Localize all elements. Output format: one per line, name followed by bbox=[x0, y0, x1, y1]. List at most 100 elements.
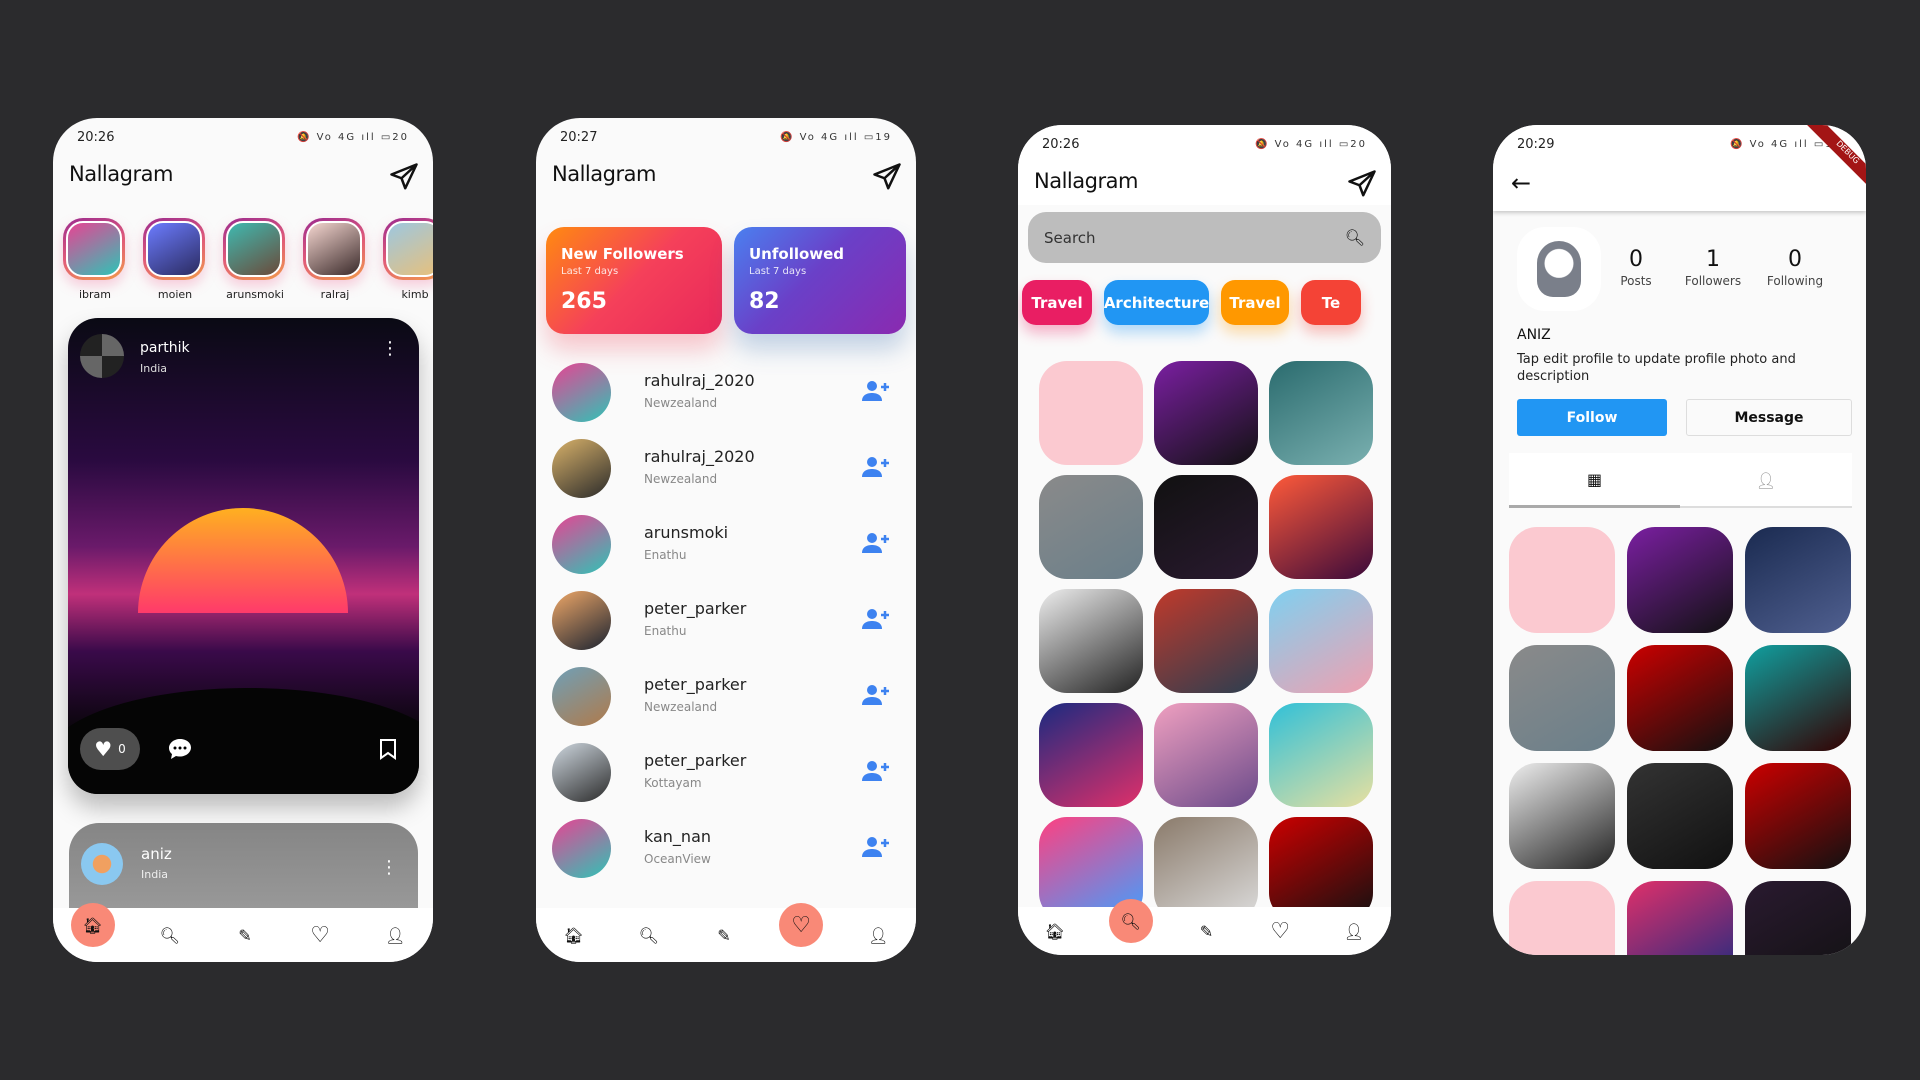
list-item[interactable]: rahulraj_2020 Newzealand bbox=[552, 439, 900, 501]
nav-create[interactable]: ✎ bbox=[225, 915, 265, 955]
like-button[interactable]: ♥ 0 bbox=[80, 728, 140, 770]
grid-image[interactable] bbox=[1509, 763, 1615, 869]
category-chip[interactable]: Travel bbox=[1221, 280, 1289, 325]
bookmark-icon[interactable] bbox=[379, 738, 397, 760]
username[interactable]: arunsmoki bbox=[644, 523, 728, 542]
avatar[interactable] bbox=[552, 819, 611, 878]
category-chip[interactable]: Te bbox=[1301, 280, 1361, 325]
username[interactable]: peter_parker bbox=[644, 675, 746, 694]
post-username[interactable]: aniz bbox=[141, 845, 172, 863]
stat-followers[interactable]: 1 Followers bbox=[1673, 247, 1753, 288]
nav-create[interactable]: ✎ bbox=[704, 915, 744, 955]
grid-image[interactable] bbox=[1509, 527, 1615, 633]
grid-image[interactable] bbox=[1154, 703, 1258, 807]
nav-profile[interactable]: 👤︎ bbox=[858, 915, 898, 955]
list-item[interactable]: rahulraj_2020 Newzealand bbox=[552, 363, 900, 425]
nav-search[interactable]: 🔍︎ bbox=[150, 915, 190, 955]
new-followers-card[interactable]: New Followers Last 7 days 265 bbox=[546, 227, 722, 334]
add-person-icon[interactable] bbox=[862, 531, 890, 555]
list-item[interactable]: kan_nan OceanView bbox=[552, 819, 900, 881]
add-person-icon[interactable] bbox=[862, 759, 890, 783]
nav-home[interactable]: 🏠︎ bbox=[554, 915, 594, 955]
send-icon[interactable] bbox=[389, 162, 419, 192]
grid-image[interactable] bbox=[1039, 703, 1143, 807]
avatar[interactable] bbox=[552, 667, 611, 726]
grid-image[interactable] bbox=[1627, 763, 1733, 869]
avatar[interactable] bbox=[552, 363, 611, 422]
grid-image[interactable] bbox=[1269, 361, 1373, 465]
unfollowed-card[interactable]: Unfollowed Last 7 days 82 bbox=[734, 227, 906, 334]
list-item[interactable]: peter_parker Newzealand bbox=[552, 667, 900, 729]
profile-avatar[interactable] bbox=[1517, 227, 1601, 311]
tab-grid[interactable]: ▦ bbox=[1509, 453, 1680, 508]
avatar[interactable] bbox=[80, 334, 124, 378]
category-chip[interactable]: Architecture bbox=[1104, 280, 1209, 325]
nav-create[interactable]: ✎ bbox=[1186, 911, 1226, 951]
nav-search[interactable]: 🔍︎ bbox=[629, 915, 669, 955]
avatar[interactable] bbox=[552, 743, 611, 802]
nav-activity[interactable]: ♡ bbox=[779, 903, 824, 947]
nav-home[interactable]: 🏠︎ bbox=[70, 903, 115, 947]
story-item[interactable]: arunsmoki bbox=[223, 218, 287, 301]
back-arrow-icon[interactable]: ← bbox=[1511, 169, 1531, 197]
username[interactable]: rahulraj_2020 bbox=[644, 447, 755, 466]
grid-image[interactable] bbox=[1039, 589, 1143, 693]
grid-image[interactable] bbox=[1745, 527, 1851, 633]
avatar[interactable] bbox=[81, 843, 123, 885]
avatar[interactable] bbox=[552, 591, 611, 650]
add-person-icon[interactable] bbox=[862, 683, 890, 707]
add-person-icon[interactable] bbox=[862, 379, 890, 403]
list-item[interactable]: peter_parker Kottayam bbox=[552, 743, 900, 805]
grid-image[interactable] bbox=[1269, 817, 1373, 921]
grid-image[interactable] bbox=[1154, 475, 1258, 579]
grid-image[interactable] bbox=[1509, 645, 1615, 751]
list-item[interactable]: arunsmoki Enathu bbox=[552, 515, 900, 577]
story-item[interactable]: moien bbox=[143, 218, 207, 301]
grid-image[interactable] bbox=[1745, 881, 1851, 955]
grid-image[interactable] bbox=[1627, 881, 1733, 955]
username[interactable]: rahulraj_2020 bbox=[644, 371, 755, 390]
nav-profile[interactable]: 👤︎ bbox=[1334, 911, 1374, 951]
grid-image[interactable] bbox=[1745, 645, 1851, 751]
username[interactable]: peter_parker bbox=[644, 599, 746, 618]
nav-home[interactable]: 🏠︎ bbox=[1035, 911, 1075, 951]
send-icon[interactable] bbox=[1347, 169, 1377, 199]
stat-following[interactable]: 0 Following bbox=[1755, 247, 1835, 288]
grid-image[interactable] bbox=[1039, 475, 1143, 579]
search-icon[interactable]: 🔍︎ bbox=[1345, 228, 1365, 247]
more-icon[interactable]: ⋮ bbox=[380, 857, 398, 878]
grid-image[interactable] bbox=[1509, 881, 1615, 955]
grid-image[interactable] bbox=[1154, 361, 1258, 465]
nav-profile[interactable]: 👤︎ bbox=[375, 915, 415, 955]
list-item[interactable]: peter_parker Enathu bbox=[552, 591, 900, 653]
follow-button[interactable]: Follow bbox=[1517, 399, 1667, 436]
avatar[interactable] bbox=[552, 515, 611, 574]
more-icon[interactable]: ⋮ bbox=[381, 340, 399, 358]
grid-image[interactable] bbox=[1154, 589, 1258, 693]
search-input[interactable]: Search 🔍︎ bbox=[1028, 212, 1381, 263]
story-item[interactable]: kimb bbox=[383, 218, 433, 301]
grid-image[interactable] bbox=[1627, 645, 1733, 751]
story-item[interactable]: ibram bbox=[63, 218, 127, 301]
grid-image[interactable] bbox=[1154, 817, 1258, 921]
grid-image[interactable] bbox=[1269, 703, 1373, 807]
nav-search[interactable]: 🔍︎ bbox=[1108, 899, 1153, 943]
grid-image[interactable] bbox=[1745, 763, 1851, 869]
stat-posts[interactable]: 0 Posts bbox=[1596, 247, 1676, 288]
send-icon[interactable] bbox=[872, 162, 902, 192]
comment-icon[interactable] bbox=[168, 738, 192, 760]
nav-activity[interactable]: ♡ bbox=[1260, 911, 1300, 951]
avatar[interactable] bbox=[552, 439, 611, 498]
nav-activity[interactable]: ♡ bbox=[300, 915, 340, 955]
grid-image[interactable] bbox=[1269, 589, 1373, 693]
category-chip[interactable]: Travel bbox=[1022, 280, 1092, 325]
grid-image[interactable] bbox=[1039, 361, 1143, 465]
grid-image[interactable] bbox=[1627, 527, 1733, 633]
grid-image[interactable] bbox=[1269, 475, 1373, 579]
username[interactable]: peter_parker bbox=[644, 751, 746, 770]
message-button[interactable]: Message bbox=[1686, 399, 1852, 436]
tab-tagged[interactable]: 👤︎ bbox=[1680, 453, 1852, 508]
add-person-icon[interactable] bbox=[862, 835, 890, 859]
post-username[interactable]: parthik bbox=[140, 340, 190, 356]
username[interactable]: kan_nan bbox=[644, 827, 711, 846]
